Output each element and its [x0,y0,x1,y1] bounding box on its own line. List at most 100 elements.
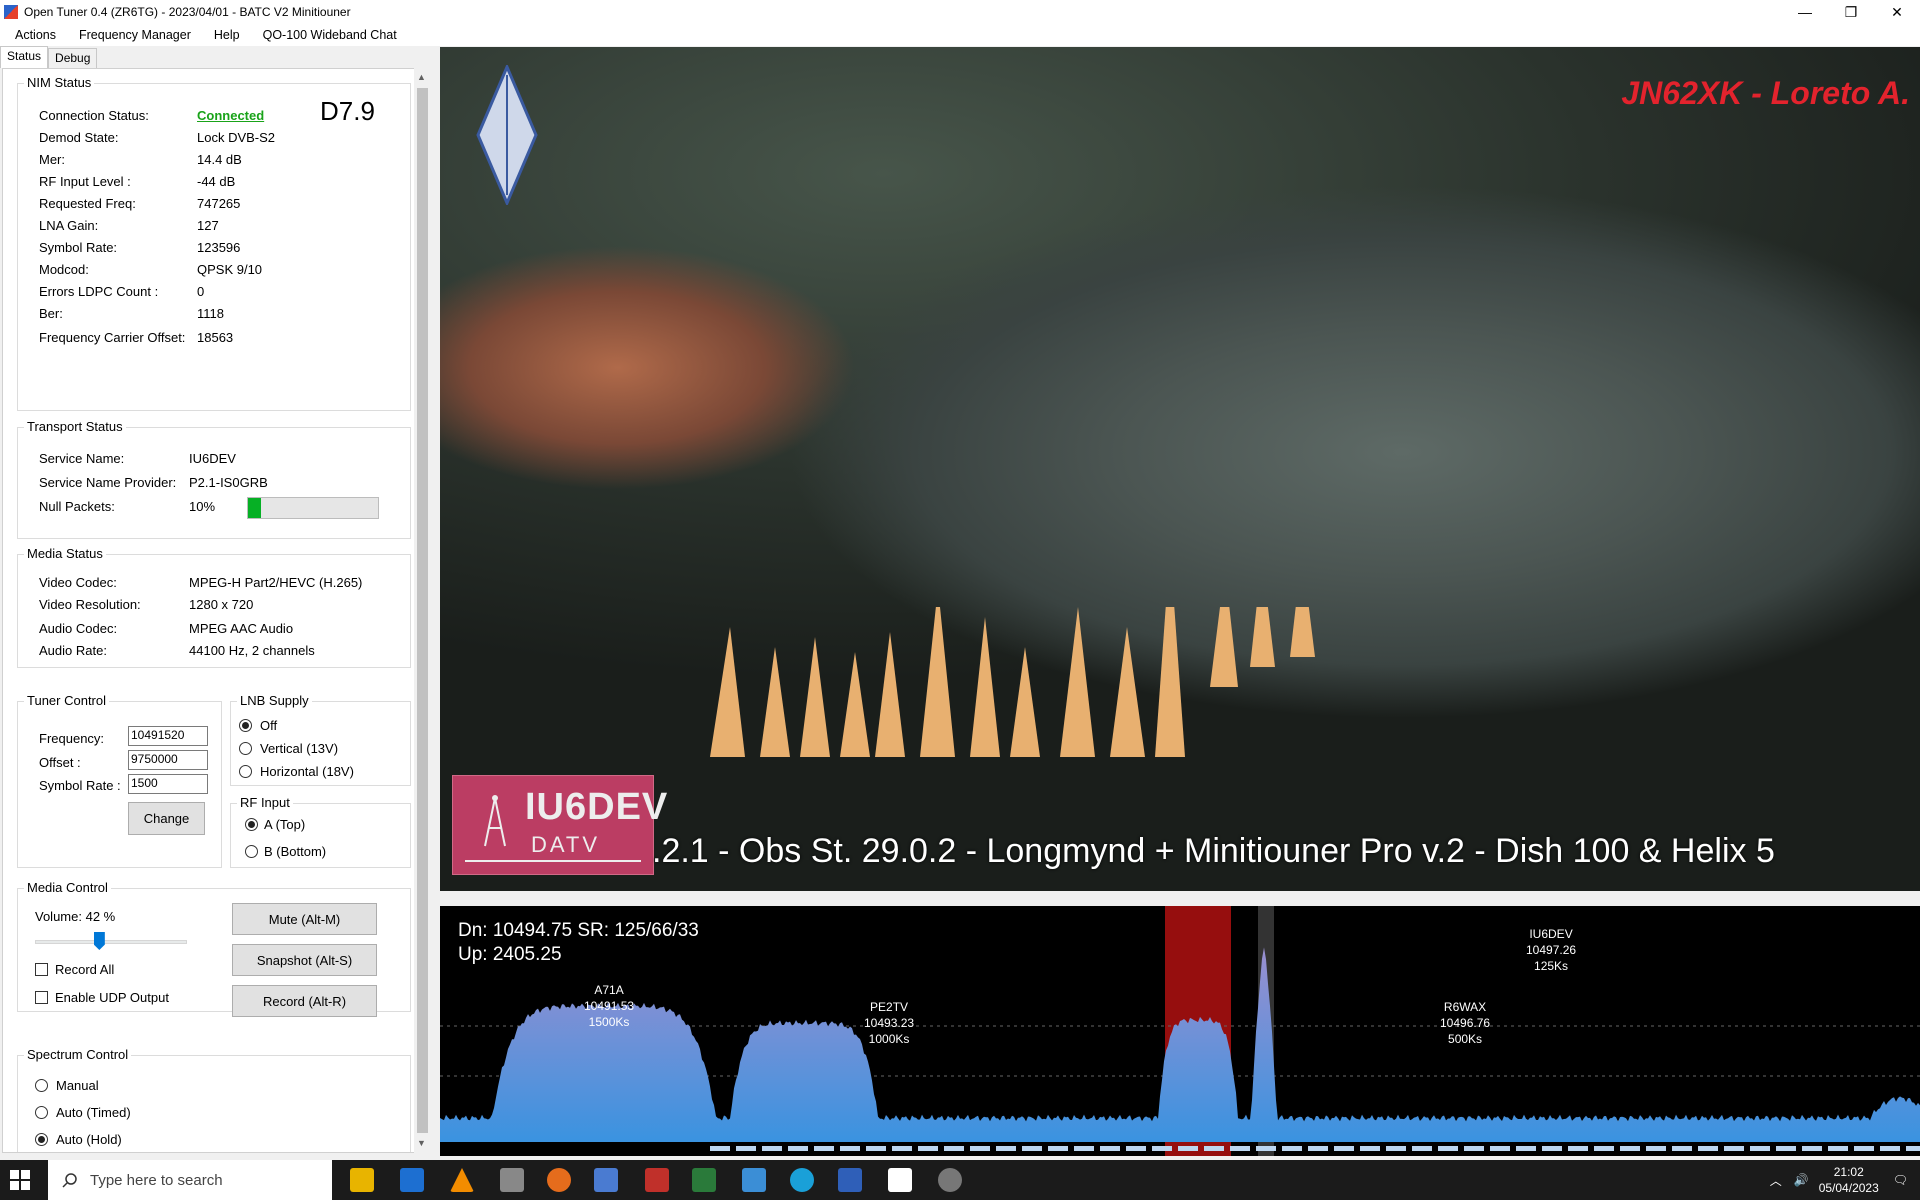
lnb-vertical-radio[interactable] [239,742,252,755]
rf-b-radio[interactable] [245,845,258,858]
vlc-icon[interactable] [450,1168,474,1192]
station-logo-text: IU6DEV [525,786,669,828]
video-display[interactable]: JN62XK - Loreto A. IU6DEV DATV .2.1 - Ob… [440,47,1920,891]
band-marker [1516,1146,1536,1151]
band-marker [1750,1146,1770,1151]
nim-status-group: NIM Status D7.9 Connection Status: Connec… [17,75,411,411]
tab-debug[interactable]: Debug [48,48,98,68]
panel-scrollbar[interactable]: ▲ ▼ [414,68,431,1153]
provider-value: P2.1-IS0GRB [189,475,268,490]
service-name-label: Service Name: [39,451,125,466]
null-packets-value: 10% [189,499,216,514]
mute-button[interactable]: Mute (Alt-M) [232,903,377,935]
band-marker [1620,1146,1640,1151]
search-placeholder: Type here to search [90,1171,223,1189]
band-marker [996,1146,1016,1151]
spectrum-manual-radio[interactable] [35,1079,48,1092]
lnb-supply-title: LNB Supply [237,693,312,708]
offset-input[interactable]: 9750000 [128,750,208,770]
nim-row-label: Ber: [39,306,63,321]
clock-time: 21:02 [1833,1165,1864,1179]
band-marker [1438,1146,1458,1151]
spectrum-auto-timed-label: Auto (Timed) [56,1105,131,1120]
menu-help[interactable]: Help [206,28,248,42]
volume-slider-track[interactable] [35,940,187,944]
media-control-group: Media Control Volume: 42 % Record All En… [17,880,411,1017]
lnb-vertical-label: Vertical (13V) [260,741,339,756]
null-packets-bar [247,497,379,519]
symbol-rate-input[interactable]: 1500 [128,774,208,794]
nim-row-value: 18563 [197,330,234,345]
band-marker [1100,1146,1120,1151]
band-marker [1178,1146,1198,1151]
lnb-horizontal-label: Horizontal (18V) [260,764,354,779]
title-bar: Open Tuner 0.4 (ZR6TG) - 2023/04/01 - BA… [0,0,1920,24]
file-explorer-icon[interactable] [350,1168,374,1192]
rf-b-label: B (Bottom) [264,844,327,859]
menu-frequency-manager[interactable]: Frequency Manager [71,28,199,42]
volume-slider-thumb[interactable] [93,932,105,950]
media-row-value: MPEG AAC Audio [189,621,294,636]
station-logo: IU6DEV DATV [452,775,667,875]
record-all-checkbox[interactable] [35,963,48,976]
offset-label: Offset : [39,755,81,770]
band-marker [1308,1146,1328,1151]
scroll-up-icon[interactable]: ▲ [417,72,426,82]
windows-start-icon[interactable] [10,1170,30,1190]
spectrum-auto-hold-radio[interactable] [35,1133,48,1146]
obs-icon[interactable] [938,1168,962,1192]
obs-like-icon[interactable] [500,1168,524,1192]
app-blue-icon[interactable] [742,1168,766,1192]
media-row-label: Video Codec: [39,575,117,590]
restore-button[interactable]: ❐ [1828,0,1874,24]
record-button[interactable]: Record (Alt-R) [232,985,377,1017]
media-status-group: Media Status Video Codec: MPEG-H Part2/HE… [17,546,411,668]
lnb-horizontal-radio[interactable] [239,765,252,778]
signal-label-r6wax[interactable]: R6WAX 10496.76 500Ks [1440,999,1490,1047]
signal-label-iu6dev[interactable]: IU6DEV 10497.26 125Ks [1526,926,1576,974]
tab-strip: Status Debug [0,46,98,68]
band-marker [1646,1146,1666,1151]
volume-icon[interactable]: 🔊 [1794,1173,1809,1187]
media-status-title: Media Status [24,546,106,561]
signal-label-pe2tv[interactable]: PE2TV 10493.23 1000Ks [864,999,914,1047]
scroll-down-icon[interactable]: ▼ [417,1138,426,1148]
tray-chevron-icon[interactable]: ︿ [1770,1172,1782,1189]
snapshot-button[interactable]: Snapshot (Alt-S) [232,944,377,976]
tab-status[interactable]: Status [0,46,49,68]
spectrum-display[interactable]: Dn: 10494.75 SR: 125/66/33 Up: 2405.25 A… [440,906,1920,1156]
close-button[interactable]: ✕ [1874,0,1920,24]
band-marker [814,1146,834,1151]
connection-status-link[interactable]: Connected [197,108,264,123]
app-tools-icon[interactable] [838,1168,862,1192]
spectrum-auto-timed-radio[interactable] [35,1106,48,1119]
minimize-button[interactable]: — [1782,0,1828,24]
app-window-icon[interactable] [400,1168,424,1192]
app-green-icon[interactable] [692,1168,716,1192]
change-button[interactable]: Change [128,802,205,835]
open-tuner-taskbar-icon[interactable] [888,1168,912,1192]
udp-output-checkbox[interactable] [35,991,48,1004]
band-marker [1672,1146,1692,1151]
nim-row-value: 127 [197,218,219,233]
signal-label-a71a[interactable]: A71A 10491.53 1500Ks [584,982,634,1030]
status-panel: NIM Status D7.9 Connection Status: Connec… [2,68,418,1153]
app-red-icon[interactable] [645,1168,669,1192]
menu-qo100-chat[interactable]: QO-100 Wideband Chat [255,28,405,42]
band-marker [1074,1146,1094,1151]
clock[interactable]: 21:02 05/04/2023 [1819,1164,1879,1196]
taskbar-search-box[interactable]: Type here to search [48,1160,332,1200]
edge-icon[interactable] [790,1168,814,1192]
firefox-icon[interactable] [547,1168,571,1192]
menu-actions[interactable]: Actions [7,28,64,42]
band-marker [1048,1146,1068,1151]
scrollbar-thumb[interactable] [417,88,428,1133]
rf-a-radio[interactable] [245,818,258,831]
lnb-off-radio[interactable] [239,719,252,732]
notification-icon[interactable]: 🗨 [1893,1173,1908,1187]
media-row-label: Video Resolution: [39,597,141,612]
nim-row-value: 747265 [197,196,241,211]
nim-row-label: Modcod: [39,262,89,277]
frequency-input[interactable]: 10491520 [128,726,208,746]
network-icon[interactable] [594,1168,618,1192]
